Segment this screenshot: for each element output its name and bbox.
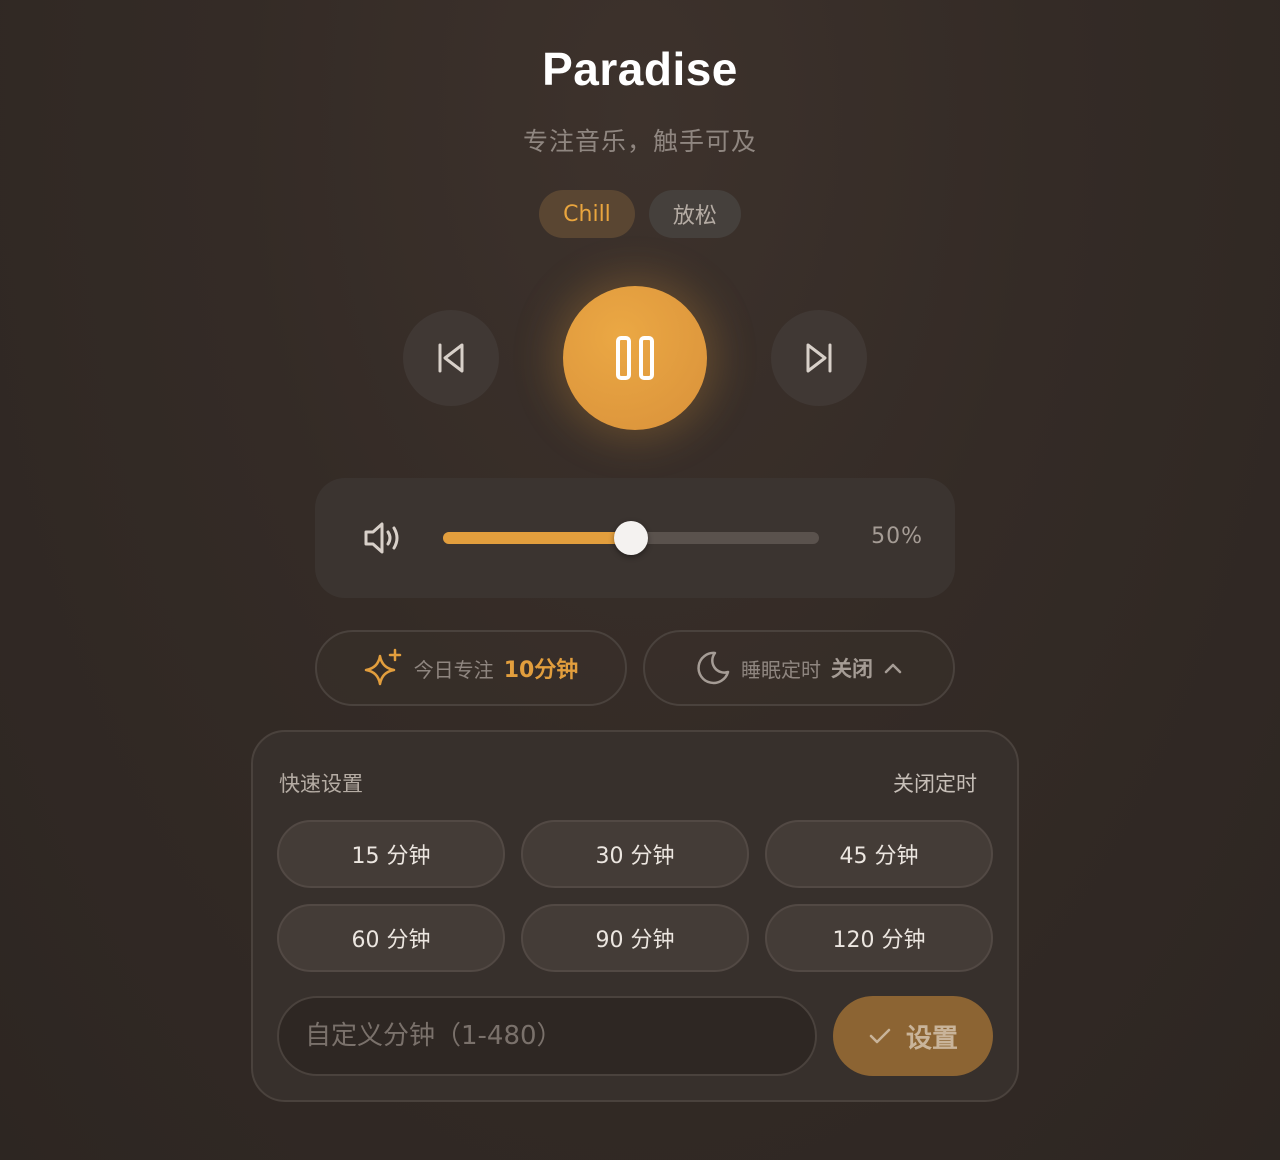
volume-slider[interactable] xyxy=(443,521,819,555)
set-timer-label: 设置 xyxy=(905,1023,958,1054)
pause-button[interactable] xyxy=(563,286,707,430)
focus-label: 今日专注 xyxy=(413,657,494,682)
timer-option-30[interactable]: 30 分钟 xyxy=(521,820,749,888)
volume-thumb[interactable] xyxy=(614,521,648,555)
sparkle-icon xyxy=(364,648,401,686)
timer-option-90[interactable]: 90 分钟 xyxy=(521,904,749,972)
volume-percent: 50% xyxy=(871,524,923,549)
timer-options: 15 分钟 30 分钟 45 分钟 60 分钟 90 分钟 120 分钟 xyxy=(277,820,993,972)
focus-today[interactable]: 今日专注 10分钟 xyxy=(315,630,627,706)
focus-value: 10分钟 xyxy=(503,658,579,683)
previous-button[interactable] xyxy=(403,310,499,406)
volume-card: 50% xyxy=(315,478,955,598)
subtitle: 专注音乐，触手可及 xyxy=(522,127,757,156)
turn-off-timer-button[interactable]: 关闭定时 xyxy=(893,768,977,798)
tag-chill[interactable]: Chill xyxy=(539,190,635,238)
moon-icon xyxy=(697,651,730,685)
skip-next-icon xyxy=(806,343,832,373)
skip-previous-icon xyxy=(438,343,464,373)
timer-option-120[interactable]: 120 分钟 xyxy=(765,904,993,972)
chevron-up-icon xyxy=(884,663,902,674)
timer-option-45[interactable]: 45 分钟 xyxy=(765,820,993,888)
sleep-timer-value: 关闭 xyxy=(831,657,873,681)
timer-option-15[interactable]: 15 分钟 xyxy=(277,820,505,888)
quick-settings-heading: 快速设置 xyxy=(279,772,363,796)
timer-option-60[interactable]: 60 分钟 xyxy=(277,904,505,972)
mood-tags: Chill 放松 xyxy=(0,190,1280,238)
next-button[interactable] xyxy=(771,310,867,406)
song-title: Paradise xyxy=(542,43,738,95)
sleep-timer-toggle[interactable]: 睡眠定时 关闭 xyxy=(643,630,955,706)
tag-relax[interactable]: 放松 xyxy=(648,190,741,238)
speaker-icon[interactable] xyxy=(363,520,403,560)
check-icon xyxy=(869,1028,891,1044)
volume-fill xyxy=(443,532,631,544)
sleep-timer-label: 睡眠定时 xyxy=(741,657,821,682)
set-timer-button[interactable]: 设置 xyxy=(833,996,993,1076)
pause-icon xyxy=(616,336,654,380)
sleep-timer-panel: 快速设置 关闭定时 15 分钟 30 分钟 45 分钟 60 分钟 90 分钟 … xyxy=(251,730,1019,1102)
custom-minutes-input[interactable] xyxy=(277,996,817,1076)
